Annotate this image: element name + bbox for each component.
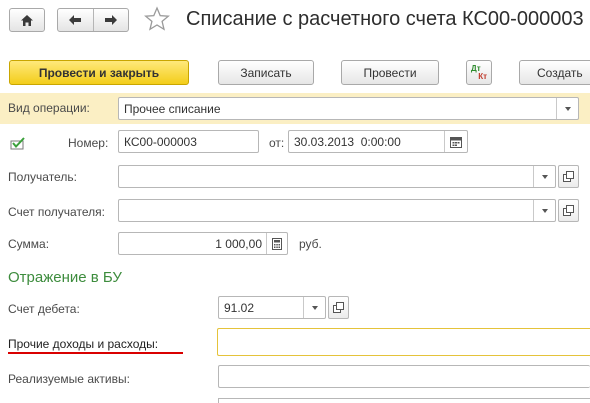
date-label: от: <box>269 136 285 150</box>
debit-account-label: Счет дебета: <box>8 302 80 316</box>
recipient-field[interactable] <box>118 165 556 188</box>
number-label: Номер: <box>68 136 109 150</box>
sum-label: Сумма: <box>8 237 50 251</box>
other-income-field[interactable] <box>217 328 590 356</box>
date-value: 30.03.2013 0:00:00 <box>294 134 401 149</box>
posted-status-icon <box>10 137 26 150</box>
operation-type-select[interactable]: Прочее списание <box>118 97 579 120</box>
calendar-icon[interactable] <box>444 131 467 152</box>
favorite-star-icon[interactable] <box>144 6 170 32</box>
arrow-left-icon <box>69 15 82 25</box>
recipient-account-label: Счет получателя: <box>8 205 105 219</box>
chevron-down-icon[interactable] <box>533 166 555 187</box>
dt-kt-icon-bottom: Кт <box>478 71 487 81</box>
chevron-down-icon[interactable] <box>533 200 555 221</box>
recipient-label: Получатель: <box>8 170 77 184</box>
operation-type-value: Прочее списание <box>124 101 221 116</box>
open-form-icon <box>563 171 574 182</box>
write-button[interactable]: Записать <box>218 60 314 85</box>
history-nav <box>57 8 129 32</box>
recipient-account-field[interactable] <box>118 199 556 222</box>
calculator-icon[interactable] <box>266 233 287 254</box>
post-button[interactable]: Провести <box>341 60 439 85</box>
recipient-open-button[interactable] <box>558 165 579 188</box>
arrow-right-icon <box>104 15 117 25</box>
dt-kt-button[interactable]: Дт Кт <box>466 60 492 85</box>
home-button[interactable] <box>9 8 45 32</box>
section-title-bu: Отражение в БУ <box>8 269 122 286</box>
debit-account-field[interactable]: 91.02 <box>218 296 326 319</box>
assets-label: Реализуемые активы: <box>8 372 130 386</box>
open-form-icon <box>563 205 574 216</box>
next-field-edge <box>218 398 590 403</box>
debit-account-value: 91.02 <box>224 300 255 315</box>
number-field[interactable]: КС00-000003 <box>118 130 259 153</box>
home-icon <box>21 14 33 26</box>
post-and-close-button[interactable]: Провести и закрыть <box>9 60 189 85</box>
create-button[interactable]: Создать <box>519 60 590 85</box>
back-button[interactable] <box>58 9 93 31</box>
debit-account-open-button[interactable] <box>328 296 349 319</box>
date-field[interactable]: 30.03.2013 0:00:00 <box>288 130 468 153</box>
recipient-account-open-button[interactable] <box>558 199 579 222</box>
window-title: Списание с расчетного счета КС00-000003 … <box>186 8 590 30</box>
operation-type-label: Вид операции: <box>8 101 90 115</box>
other-income-label: Прочие доходы и расходы: <box>8 337 159 351</box>
create-button-label: Создать <box>537 65 583 80</box>
assets-field[interactable] <box>218 365 590 388</box>
forward-button[interactable] <box>92 9 128 31</box>
red-underline <box>8 352 183 354</box>
open-form-icon <box>333 302 344 313</box>
sum-value: 1 000,00 <box>215 236 262 251</box>
chevron-down-icon[interactable] <box>556 98 578 119</box>
currency-label: руб. <box>299 237 322 251</box>
chevron-down-icon[interactable] <box>303 297 325 318</box>
sum-field[interactable]: 1 000,00 <box>118 232 288 255</box>
